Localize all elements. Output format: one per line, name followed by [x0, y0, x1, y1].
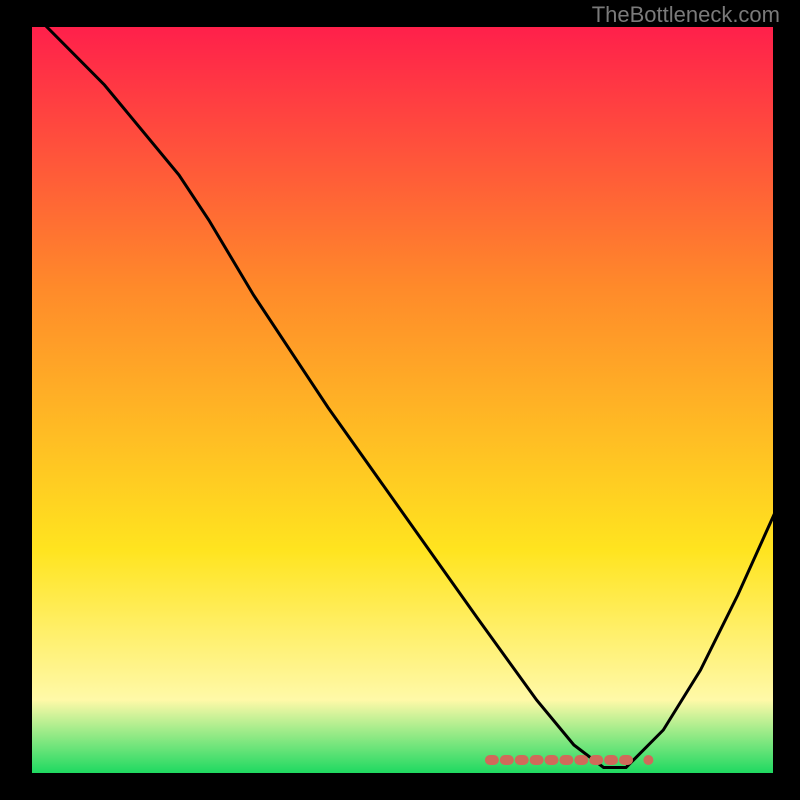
optimal-marker [589, 755, 603, 765]
watermark-text: TheBottleneck.com [592, 2, 780, 28]
optimal-marker [574, 755, 588, 765]
optimal-range-markers [485, 755, 654, 765]
optimal-marker [530, 755, 544, 765]
bottleneck-chart: TheBottleneck.com [0, 0, 800, 800]
optimal-marker [485, 755, 499, 765]
chart-svg [0, 0, 800, 800]
optimal-marker [559, 755, 573, 765]
optimal-marker [619, 755, 633, 765]
optimal-marker [604, 755, 618, 765]
optimal-marker [515, 755, 529, 765]
optimal-marker [643, 755, 653, 765]
chart-background-gradient [30, 25, 775, 775]
optimal-marker [500, 755, 514, 765]
optimal-marker [545, 755, 559, 765]
